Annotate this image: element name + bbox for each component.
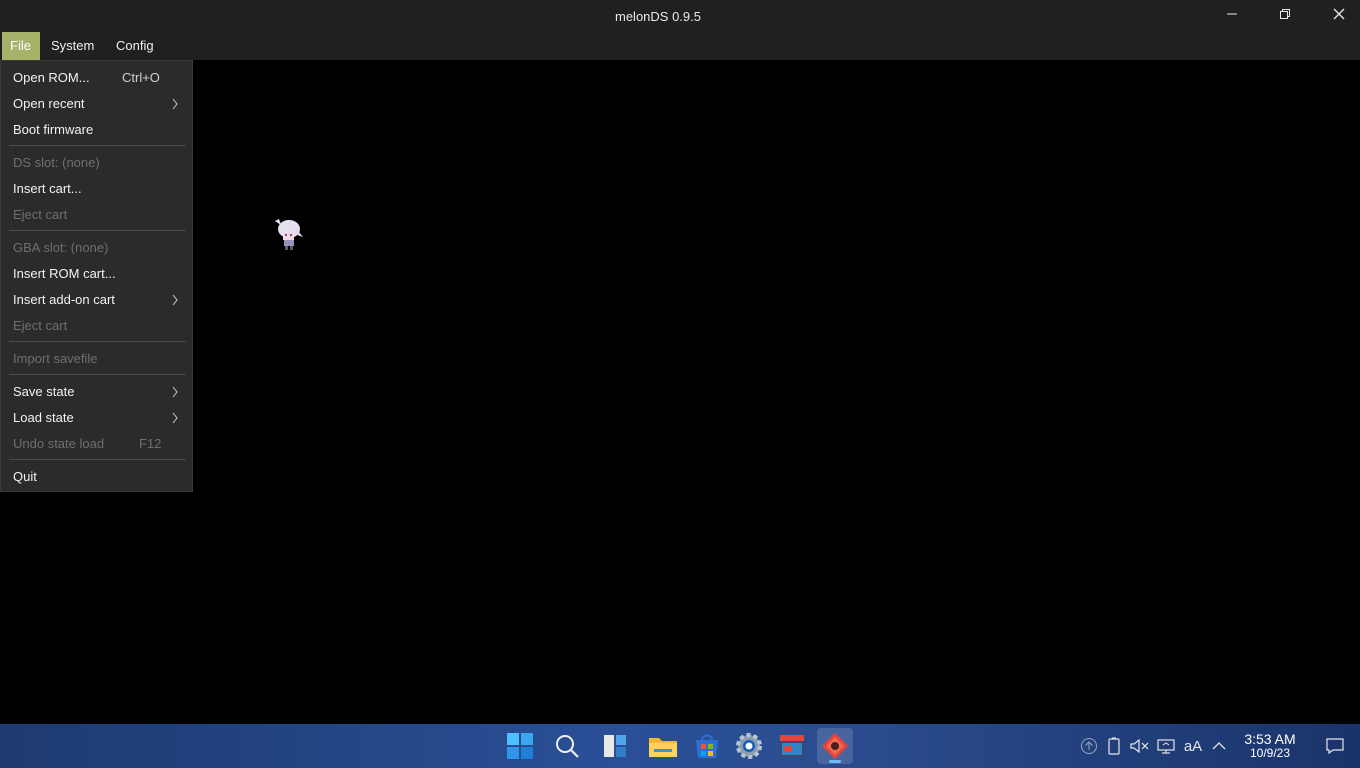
- close-button[interactable]: [1316, 0, 1360, 28]
- melonds-taskbar-button[interactable]: [817, 728, 853, 764]
- window-title: melonDS 0.9.5: [615, 9, 701, 24]
- speaker-muted-icon: [1130, 738, 1149, 754]
- menu-item-insert-addon-cart[interactable]: Insert add-on cart: [1, 287, 192, 313]
- notification-button[interactable]: [1323, 734, 1347, 758]
- menu-item-eject-cart-gba: Eject cart: [13, 318, 68, 333]
- notification-icon: [1326, 738, 1344, 755]
- app-button[interactable]: [774, 728, 810, 764]
- battery-icon: [1108, 737, 1120, 755]
- menu-item-undo-state-load: Undo state load F12: [13, 436, 162, 451]
- display-button[interactable]: [1155, 734, 1177, 758]
- search-icon: [556, 735, 579, 758]
- shortcut-label: Ctrl+O: [122, 70, 160, 85]
- chevron-right-icon: [172, 386, 178, 398]
- chevron-right-icon: [172, 412, 178, 424]
- menu-bar: File System Config: [0, 32, 1360, 60]
- menu-system[interactable]: System: [43, 32, 102, 60]
- restore-icon: [1280, 9, 1290, 19]
- menu-item-open-recent[interactable]: Open recent: [1, 91, 192, 117]
- font-size-button[interactable]: aA: [1181, 734, 1205, 758]
- file-explorer-button[interactable]: [645, 728, 681, 764]
- title-bar: melonDS 0.9.5: [0, 0, 1360, 32]
- tray-up-arrow[interactable]: [1078, 734, 1100, 758]
- menu-separator: [9, 459, 186, 460]
- menu-item-import-savefile: Import savefile: [13, 351, 98, 366]
- clock-date: 10/9/23: [1249, 746, 1291, 760]
- start-button[interactable]: [502, 728, 538, 764]
- active-indicator: [829, 760, 841, 763]
- taskbar-clock[interactable]: 3:53 AM 10/9/23: [1232, 732, 1308, 760]
- task-view-button[interactable]: [597, 728, 633, 764]
- display-icon: [1157, 739, 1175, 754]
- chevron-right-icon: [172, 98, 178, 110]
- chevron-icon: [1212, 742, 1226, 750]
- menu-item-insert-cart[interactable]: Insert cart...: [1, 176, 192, 202]
- task-view-icon: [604, 735, 626, 757]
- file-explorer-icon: [649, 738, 677, 757]
- chevron-right-icon: [172, 294, 178, 306]
- menu-item-ds-slot: DS slot: (none): [13, 155, 100, 170]
- menu-separator: [9, 145, 186, 146]
- menu-file[interactable]: File: [2, 32, 40, 60]
- menu-item-eject-cart-ds: Eject cart: [13, 207, 68, 222]
- menu-item-save-state[interactable]: Save state: [1, 379, 192, 405]
- settings-button[interactable]: [731, 728, 767, 764]
- start-icon: [507, 733, 533, 759]
- shortcut-label: F12: [139, 436, 162, 451]
- character-sprite: [275, 219, 303, 250]
- search-button[interactable]: [549, 728, 585, 764]
- menu-separator: [9, 341, 186, 342]
- minimize-button[interactable]: [1209, 0, 1255, 28]
- menu-item-gba-slot: GBA slot: (none): [13, 240, 109, 255]
- menu-separator: [9, 230, 186, 231]
- store-icon: [696, 734, 718, 758]
- volume-button[interactable]: [1128, 734, 1150, 758]
- store-button[interactable]: [689, 728, 725, 764]
- menu-config[interactable]: Config: [108, 32, 162, 60]
- restore-button[interactable]: [1262, 0, 1308, 28]
- minimize-icon: [1227, 13, 1237, 15]
- file-menu-dropdown: Open ROM... Ctrl+O Open recent Boot firm…: [0, 60, 193, 492]
- menu-item-insert-rom-cart[interactable]: Insert ROM cart...: [1, 261, 192, 287]
- settings-icon: [736, 733, 762, 759]
- menu-separator: [9, 374, 186, 375]
- tray-chevron[interactable]: [1208, 734, 1230, 758]
- clock-time: 3:53 AM: [1244, 731, 1296, 747]
- battery-button[interactable]: [1103, 734, 1125, 758]
- menu-item-open-rom[interactable]: Open ROM... Ctrl+O: [1, 65, 192, 91]
- menu-item-boot-firmware[interactable]: Boot firmware: [1, 117, 192, 143]
- close-icon: [1333, 8, 1345, 20]
- font-size-icon: aA: [1183, 737, 1203, 755]
- taskbar: aA 3:53 AM 10/9/23: [0, 724, 1360, 768]
- menu-item-quit[interactable]: Quit: [1, 464, 192, 490]
- chevron-up-icon: [1081, 738, 1097, 754]
- menu-item-load-state[interactable]: Load state: [1, 405, 192, 431]
- melonds-icon: [822, 733, 848, 759]
- app-icon: [780, 735, 804, 757]
